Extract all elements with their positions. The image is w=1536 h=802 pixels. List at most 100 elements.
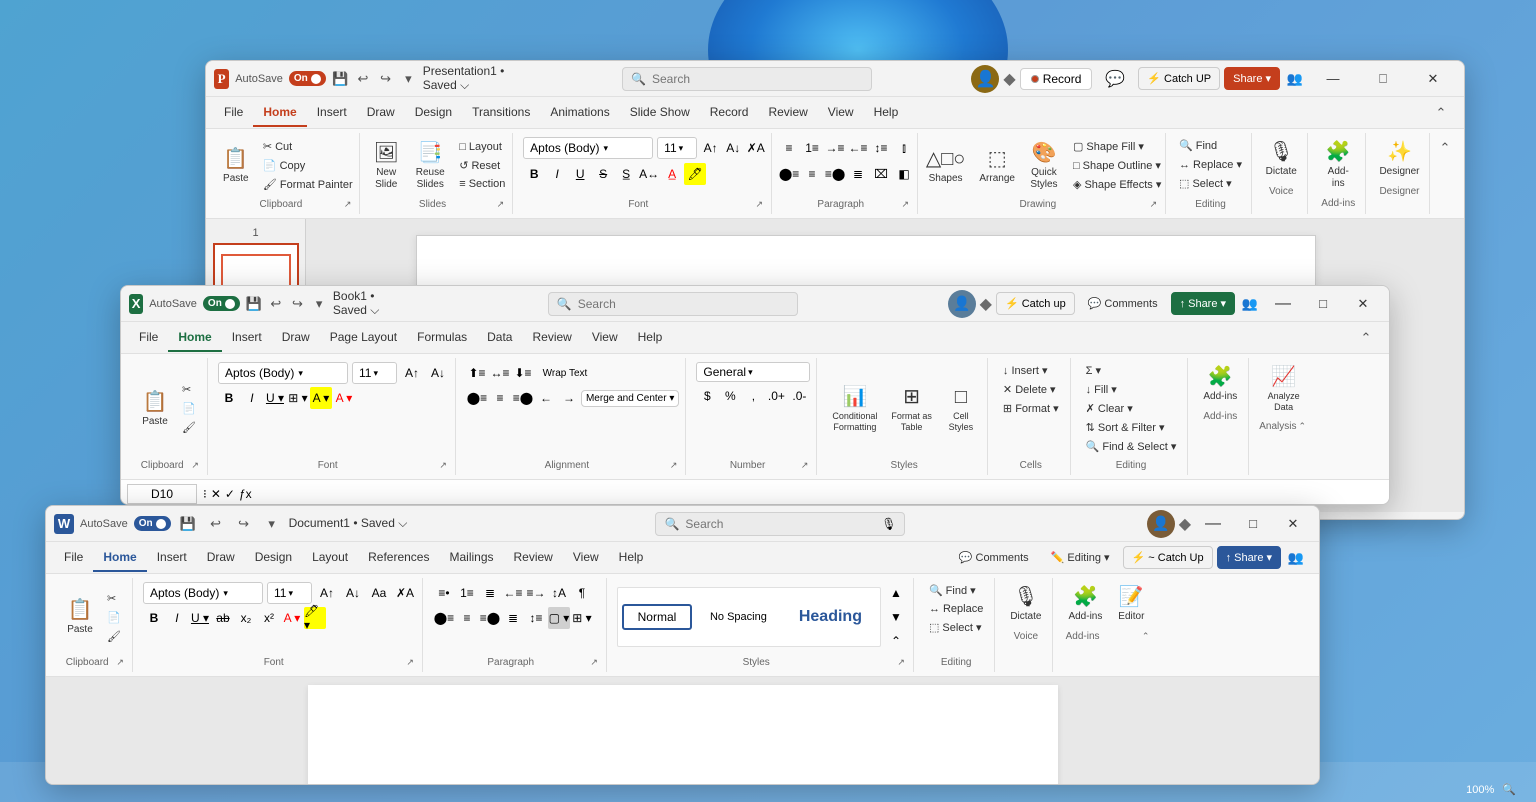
excel-decimal-inc[interactable]: .0+ — [765, 385, 787, 407]
excel-maximize-btn[interactable]: □ — [1305, 289, 1341, 319]
ppt-font-expand[interactable]: ↗ — [754, 199, 766, 210]
word-indent-less[interactable]: ←≡ — [502, 582, 524, 604]
word-font-expand[interactable]: ↗ — [404, 657, 416, 668]
word-underline-btn[interactable]: U ▾ — [189, 607, 211, 629]
word-align-left[interactable]: ⬤≡ — [433, 607, 455, 629]
excel-currency-btn[interactable]: $ — [696, 385, 718, 407]
ppt-shadow-btn[interactable]: S̲ — [615, 163, 637, 185]
word-share-btn[interactable]: ↑ Share ▾ — [1217, 546, 1281, 569]
ppt-tab-draw[interactable]: Draw — [357, 99, 405, 127]
ppt-paragraph-expand[interactable]: ↗ — [899, 199, 911, 210]
excel-mid-align[interactable]: ↔≡ — [489, 362, 511, 384]
word-formatpainter-btn[interactable]: 🖌 — [102, 628, 126, 645]
ppt-font-selector[interactable]: Aptos (Body) ▾ — [523, 137, 653, 159]
ppt-user-avatar[interactable]: 👤 — [971, 65, 999, 93]
word-align-center[interactable]: ≡ — [456, 607, 478, 629]
excel-tab-insert[interactable]: Insert — [222, 324, 272, 352]
excel-comments-btn[interactable]: 💬 Comments — [1079, 293, 1167, 314]
ppt-share-btn[interactable]: Share ▾ — [1224, 67, 1280, 90]
word-addins-btn[interactable]: 🧩 Add-ins — [1063, 582, 1107, 626]
word-tab-mailings[interactable]: Mailings — [439, 544, 503, 572]
excel-font-expand[interactable]: ↗ — [437, 460, 449, 471]
ppt-highlight-btn[interactable]: 🖊 — [684, 163, 706, 185]
word-clipboard-expand[interactable]: ↗ — [114, 657, 126, 668]
word-tab-insert[interactable]: Insert — [147, 544, 197, 572]
ppt-smartart-btn[interactable]: ◧ — [893, 163, 915, 185]
word-tab-design[interactable]: Design — [245, 544, 302, 572]
ppt-quickstyles-btn[interactable]: 🎨 QuickStyles — [1024, 138, 1064, 194]
excel-fontcolor-btn[interactable]: A ▾ — [333, 387, 355, 409]
excel-close-btn[interactable]: ✕ — [1345, 289, 1381, 319]
word-close-btn[interactable]: ✕ — [1275, 509, 1311, 539]
excel-align-left[interactable]: ⬤≡ — [466, 387, 488, 409]
word-page[interactable] — [308, 685, 1058, 785]
ppt-slides-expand[interactable]: ↗ — [495, 199, 507, 210]
excel-delete-btn[interactable]: ✕ Delete ▾ — [998, 381, 1064, 398]
excel-tab-draw[interactable]: Draw — [272, 324, 320, 352]
word-tab-home[interactable]: Home — [93, 544, 146, 572]
ppt-columns-btn[interactable]: ⫾ — [893, 137, 915, 159]
excel-font-grow[interactable]: A↑ — [401, 362, 423, 384]
ppt-clipboard-expand[interactable]: ↗ — [342, 199, 354, 210]
ppt-maximize-btn[interactable]: ⎕ — [1360, 61, 1406, 97]
word-sort-btn[interactable]: ↕A — [548, 582, 570, 604]
ppt-numbering-btn[interactable]: 1≡ — [801, 137, 823, 159]
excel-font-shrink[interactable]: A↓ — [427, 362, 449, 384]
word-addins-expand[interactable]: ⌃ — [1140, 631, 1152, 642]
excel-ribbon-collapse[interactable]: ⌃ — [1355, 327, 1377, 349]
ppt-reset-btn[interactable]: ↺ Reset — [454, 157, 510, 174]
word-styles-down[interactable]: ▼ — [885, 606, 907, 628]
ppt-font-size[interactable]: 11 ▾ — [657, 137, 697, 159]
word-styles-expand[interactable]: ↗ — [895, 657, 907, 668]
word-collab-icon[interactable]: 👥 — [1285, 547, 1307, 569]
word-paste-btn[interactable]: 📋 Paste — [60, 595, 100, 639]
excel-alignment-expand[interactable]: ↗ — [668, 460, 680, 471]
ppt-catchup-btn[interactable]: ⚡ Catch UP — [1138, 67, 1220, 90]
ppt-tab-design[interactable]: Design — [405, 99, 462, 127]
ppt-redo-icon[interactable]: ↪ — [377, 68, 394, 90]
ppt-designer-btn[interactable]: ✨ Designer — [1374, 137, 1424, 181]
excel-sortfilter-btn[interactable]: ⇅ Sort & Filter ▾ — [1081, 419, 1182, 436]
word-search-box[interactable]: 🔍 🎙 — [655, 512, 905, 536]
word-style-normal[interactable]: Normal — [622, 604, 692, 630]
excel-bold-btn[interactable]: B — [218, 387, 240, 409]
excel-cell-ref[interactable] — [127, 484, 197, 504]
ppt-reuseslides-btn[interactable]: 📑 ReuseSlides — [410, 138, 450, 194]
excel-tab-review[interactable]: Review — [522, 324, 581, 352]
word-numbering-btn[interactable]: 1≡ — [456, 582, 478, 604]
excel-addins-btn[interactable]: 🧩 Add-ins — [1198, 362, 1242, 406]
word-catchup-btn[interactable]: ⚡ ~ Catch Up — [1123, 546, 1213, 569]
excel-analysis-expand[interactable]: ⌃ — [1297, 421, 1309, 432]
ppt-newslide-btn[interactable]: 🖼 NewSlide — [366, 138, 406, 194]
excel-customize-icon[interactable]: ▾ — [311, 293, 327, 315]
ppt-fontcolor-btn[interactable]: A̲ — [661, 163, 683, 185]
ppt-bold-btn[interactable]: B — [523, 163, 545, 185]
ppt-arrange-btn[interactable]: ⬚ Arrange — [974, 144, 1020, 188]
ppt-autosave-toggle[interactable]: On — [289, 71, 326, 86]
word-shading-btn[interactable]: ▢ ▾ — [548, 607, 570, 629]
excel-tab-pagelayout[interactable]: Page Layout — [320, 324, 407, 352]
ppt-copy-btn[interactable]: 📄 Copy — [258, 157, 358, 174]
word-search-input[interactable] — [685, 517, 875, 531]
word-comments-btn[interactable]: 💬 Comments — [950, 547, 1038, 568]
excel-autosave-toggle[interactable]: On — [203, 296, 240, 311]
word-paragraph-expand[interactable]: ↗ — [588, 657, 600, 668]
excel-align-right[interactable]: ≡⬤ — [512, 387, 534, 409]
excel-italic-btn[interactable]: I — [241, 387, 263, 409]
ppt-save-icon[interactable]: 💾 — [332, 68, 349, 90]
ppt-textalign-btn[interactable]: ⌧ — [870, 163, 892, 185]
excel-clipboard-expand[interactable]: ↗ — [189, 460, 201, 471]
ppt-strikethrough-btn[interactable]: S — [592, 163, 614, 185]
excel-cut-btn[interactable]: ✂ — [177, 381, 201, 398]
ppt-shapeeffects-btn[interactable]: ◈ Shape Effects ▾ — [1068, 176, 1166, 193]
ppt-tab-review[interactable]: Review — [758, 99, 817, 127]
excel-cellstyles-btn[interactable]: □ CellStyles — [941, 382, 981, 436]
excel-font-selector[interactable]: Aptos (Body) ▾ — [218, 362, 348, 384]
word-editor-btn[interactable]: 📝 Editor — [1111, 582, 1151, 626]
excel-minimize-btn[interactable]: — — [1265, 289, 1301, 319]
word-tab-file[interactable]: File — [54, 544, 93, 572]
ppt-search-input[interactable] — [652, 72, 863, 86]
ppt-tab-record[interactable]: Record — [700, 99, 759, 127]
ppt-ribbon-expand[interactable]: ⌃ — [1434, 137, 1456, 159]
ppt-tab-animations[interactable]: Animations — [540, 99, 619, 127]
